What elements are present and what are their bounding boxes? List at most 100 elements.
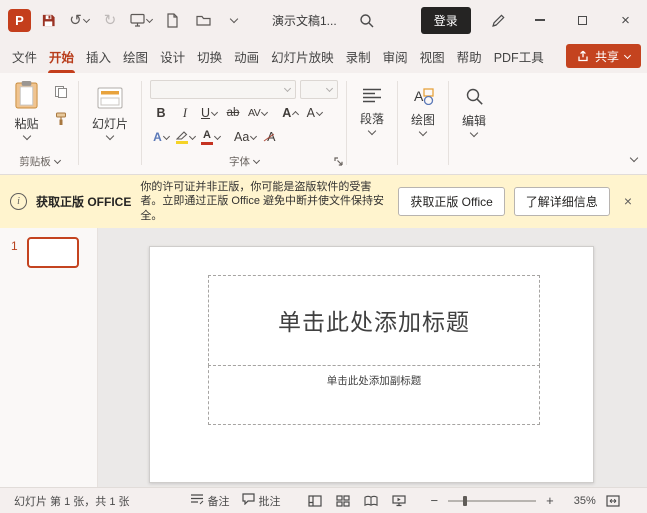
paragraph-chevron-icon [367, 126, 377, 136]
highlight-color-button[interactable] [174, 127, 197, 147]
get-genuine-office-button[interactable]: 获取正版 Office [398, 186, 505, 216]
underline-chevron-icon [210, 108, 219, 116]
qat-chevron-icon [229, 14, 239, 24]
slideshow-view-button[interactable] [385, 494, 413, 507]
font-name-combo[interactable] [150, 80, 297, 99]
zoom-slider[interactable] [448, 493, 537, 509]
character-spacing-icon: AV [248, 107, 261, 119]
bold-icon: B [156, 106, 166, 120]
strikethrough-icon: ab [226, 107, 240, 119]
minimize-button[interactable] [518, 0, 561, 40]
text-effects-button[interactable]: A [150, 127, 172, 147]
format-painter-icon[interactable] [50, 109, 72, 129]
bold-button[interactable]: B [150, 103, 172, 123]
clipboard-group-button[interactable]: 剪贴板 [19, 154, 61, 169]
font-color-button[interactable]: A [199, 127, 222, 147]
tab-home[interactable]: 开始 [43, 40, 80, 73]
tab-animations[interactable]: 动画 [228, 40, 265, 73]
reading-view-button[interactable] [357, 495, 385, 507]
italic-button[interactable]: I [174, 103, 196, 123]
slide-number: 1 [11, 238, 18, 253]
login-button[interactable]: 登录 [420, 6, 471, 34]
tab-insert[interactable]: 插入 [80, 40, 117, 73]
zoom-out-button[interactable]: − [425, 488, 445, 513]
tab-transitions[interactable]: 切换 [191, 40, 228, 73]
maximize-button[interactable] [561, 0, 604, 40]
fit-to-window-icon [606, 494, 620, 507]
touch-mouse-mode-icon[interactable] [127, 8, 155, 33]
shrink-font-button[interactable]: A [303, 103, 325, 123]
font-color-chevron-icon [213, 132, 222, 140]
undo-icon[interactable]: ↺ [65, 8, 93, 33]
slide[interactable]: 单击此处添加标题 单击此处添加副标题 [149, 245, 594, 483]
tab-view[interactable]: 视图 [414, 40, 451, 73]
subtitle-placeholder[interactable]: 单击此处添加副标题 [208, 364, 540, 425]
zoom-thumb[interactable] [463, 495, 468, 506]
window-controls: × [518, 0, 647, 40]
workspace: 1 单击此处添加标题 单击此处添加副标题 [0, 227, 647, 487]
share-button[interactable]: 共享 [565, 44, 641, 68]
tab-design[interactable]: 设计 [154, 40, 191, 73]
notes-button[interactable]: 备注 [184, 493, 236, 509]
comments-button[interactable]: 批注 [236, 493, 287, 509]
touch-mode-chevron-icon [145, 15, 154, 23]
drawing-button[interactable]: A 绘图 [404, 83, 442, 139]
tab-record[interactable]: 录制 [340, 40, 377, 73]
normal-view-button[interactable] [301, 494, 329, 507]
save-icon[interactable] [34, 8, 62, 33]
font-color-icon: A [201, 129, 214, 145]
slides-button[interactable]: 幻灯片 [85, 83, 135, 143]
shrink-font-icon: A [306, 106, 315, 120]
title-placeholder[interactable]: 单击此处添加标题 [208, 274, 540, 366]
notes-icon [190, 493, 204, 508]
license-warning-bar: i 获取正版 OFFICE 你的许可证并非正版，你可能是盗版软件的受害者。立即通… [0, 175, 647, 228]
redo-icon[interactable]: ↻ [96, 8, 124, 33]
strikethrough-button[interactable]: ab [222, 103, 244, 123]
group-separator [346, 81, 348, 165]
slide-sorter-view-button[interactable] [329, 494, 357, 507]
underline-button[interactable]: U [198, 103, 220, 123]
ribbon-collapse-icon[interactable] [629, 148, 639, 166]
highlight-color-icon [176, 130, 189, 144]
new-file-icon[interactable] [158, 8, 186, 33]
undo-glyph: ↺ [69, 12, 82, 29]
slide-thumbnail[interactable] [27, 236, 79, 268]
powerpoint-app-icon[interactable]: P [8, 8, 31, 32]
tab-file[interactable]: 文件 [6, 40, 43, 73]
share-icon [578, 50, 588, 62]
tab-review[interactable]: 审阅 [377, 40, 414, 73]
ink-pen-icon[interactable] [485, 8, 513, 33]
search-icon[interactable] [353, 8, 381, 33]
change-case-button[interactable]: Aa [232, 127, 258, 147]
group-separator [78, 81, 79, 165]
undo-chevron-icon [82, 15, 90, 23]
font-size-combo[interactable] [300, 80, 339, 99]
group-separator [141, 81, 143, 165]
character-spacing-button[interactable]: AV [246, 103, 269, 123]
tab-slideshow[interactable]: 幻灯片放映 [265, 40, 340, 73]
font-size-chevron-icon [325, 84, 334, 93]
tab-help[interactable]: 帮助 [451, 40, 488, 73]
open-folder-icon[interactable] [189, 8, 217, 33]
copy-icon[interactable] [50, 82, 72, 102]
editing-button[interactable]: 编辑 [455, 83, 493, 140]
font-group-button[interactable]: 字体 [229, 154, 261, 169]
close-button[interactable]: × [604, 0, 647, 40]
learn-more-button[interactable]: 了解详细信息 [513, 186, 610, 216]
paste-button[interactable]: 粘贴 [7, 76, 46, 143]
ribbon-content: 粘贴 剪贴板 幻灯片 B I U ab AV A A A A Aa A 字体 段… [0, 73, 647, 175]
clear-formatting-button[interactable]: A [260, 127, 282, 147]
grow-font-button[interactable]: A [279, 103, 301, 123]
editing-label: 编辑 [462, 114, 487, 128]
tab-draw[interactable]: 绘图 [117, 40, 154, 73]
zoom-in-button[interactable]: + [540, 488, 560, 513]
paragraph-button[interactable]: 段落 [353, 83, 391, 138]
license-bar-close-icon[interactable]: × [619, 193, 637, 209]
tab-pdf-tools[interactable]: PDF工具 [488, 40, 550, 73]
svg-text:A: A [414, 88, 424, 104]
document-title[interactable]: 演示文稿1... [272, 12, 337, 29]
quick-access-customize-icon[interactable] [220, 8, 248, 33]
zoom-level[interactable]: 35% [570, 488, 600, 513]
font-dialog-launcher-icon[interactable] [332, 155, 344, 167]
fit-slide-to-window-button[interactable] [600, 488, 626, 513]
